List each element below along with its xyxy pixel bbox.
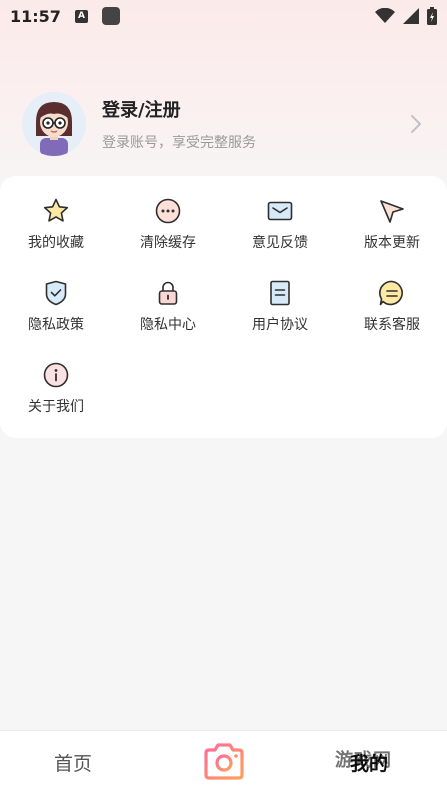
menu-item-privacy-policy[interactable]: 隐私政策 — [0, 278, 112, 348]
camera-icon[interactable] — [202, 742, 246, 786]
chevron-right-icon[interactable] — [411, 115, 421, 133]
send-icon — [377, 196, 407, 226]
menu-item-label: 用户协议 — [252, 317, 308, 333]
watermark-text: 游戏网 — [335, 750, 392, 771]
chat-icon — [377, 278, 407, 308]
menu-item-label: 隐私中心 — [140, 317, 196, 333]
menu-item-label: 版本更新 — [364, 235, 420, 251]
battery-icon — [427, 7, 437, 25]
star-icon — [41, 196, 71, 226]
menu-item-clear-cache[interactable]: 清除缓存 — [112, 196, 224, 266]
shield-icon — [41, 278, 71, 308]
profile-text: 登录/注册 登录账号，享受完整服务 — [102, 96, 256, 152]
login-subtitle: 登录账号，享受完整服务 — [102, 135, 256, 151]
menu-item-privacy-center[interactable]: 隐私中心 — [112, 278, 224, 348]
more-dots-icon — [153, 196, 183, 226]
login-register-title[interactable]: 登录/注册 — [102, 96, 256, 122]
envelope-icon — [265, 196, 295, 226]
info-icon — [41, 360, 71, 390]
nav-home[interactable]: 首页 — [54, 749, 92, 776]
document-icon — [265, 278, 295, 308]
menu-item-about-us[interactable]: 关于我们 — [0, 360, 112, 430]
status-time: 11:57 — [10, 6, 61, 26]
status-bar: 11:57 A — [0, 0, 447, 32]
app-square-icon — [101, 7, 120, 25]
menu-item-label: 联系客服 — [364, 317, 420, 333]
menu-item-user-agreement[interactable]: 用户协议 — [224, 278, 336, 348]
menu-item-favorites[interactable]: 我的收藏 — [0, 196, 112, 266]
a-notification-icon: A — [74, 9, 88, 23]
menu-item-feedback[interactable]: 意见反馈 — [224, 196, 336, 266]
menu-item-contact-service[interactable]: 联系客服 — [336, 278, 447, 348]
wifi-icon — [375, 8, 395, 23]
signal-icon — [403, 8, 419, 24]
menu-grid-card: 我的收藏 清除缓存 意见反馈 版本更新 隐私政策 隐私中心 用户协议 联系客服 … — [0, 176, 447, 438]
menu-item-label: 清除缓存 — [140, 235, 196, 251]
menu-item-version-update[interactable]: 版本更新 — [336, 196, 447, 266]
menu-item-label: 关于我们 — [28, 399, 84, 415]
lock-icon — [153, 278, 183, 308]
login-profile-row[interactable]: 登录/注册 登录账号，享受完整服务 — [22, 90, 427, 158]
menu-item-label: 我的收藏 — [28, 235, 84, 251]
menu-item-label: 隐私政策 — [28, 317, 84, 333]
menu-item-label: 意见反馈 — [252, 235, 308, 251]
girl-avatar-icon[interactable] — [22, 92, 86, 156]
